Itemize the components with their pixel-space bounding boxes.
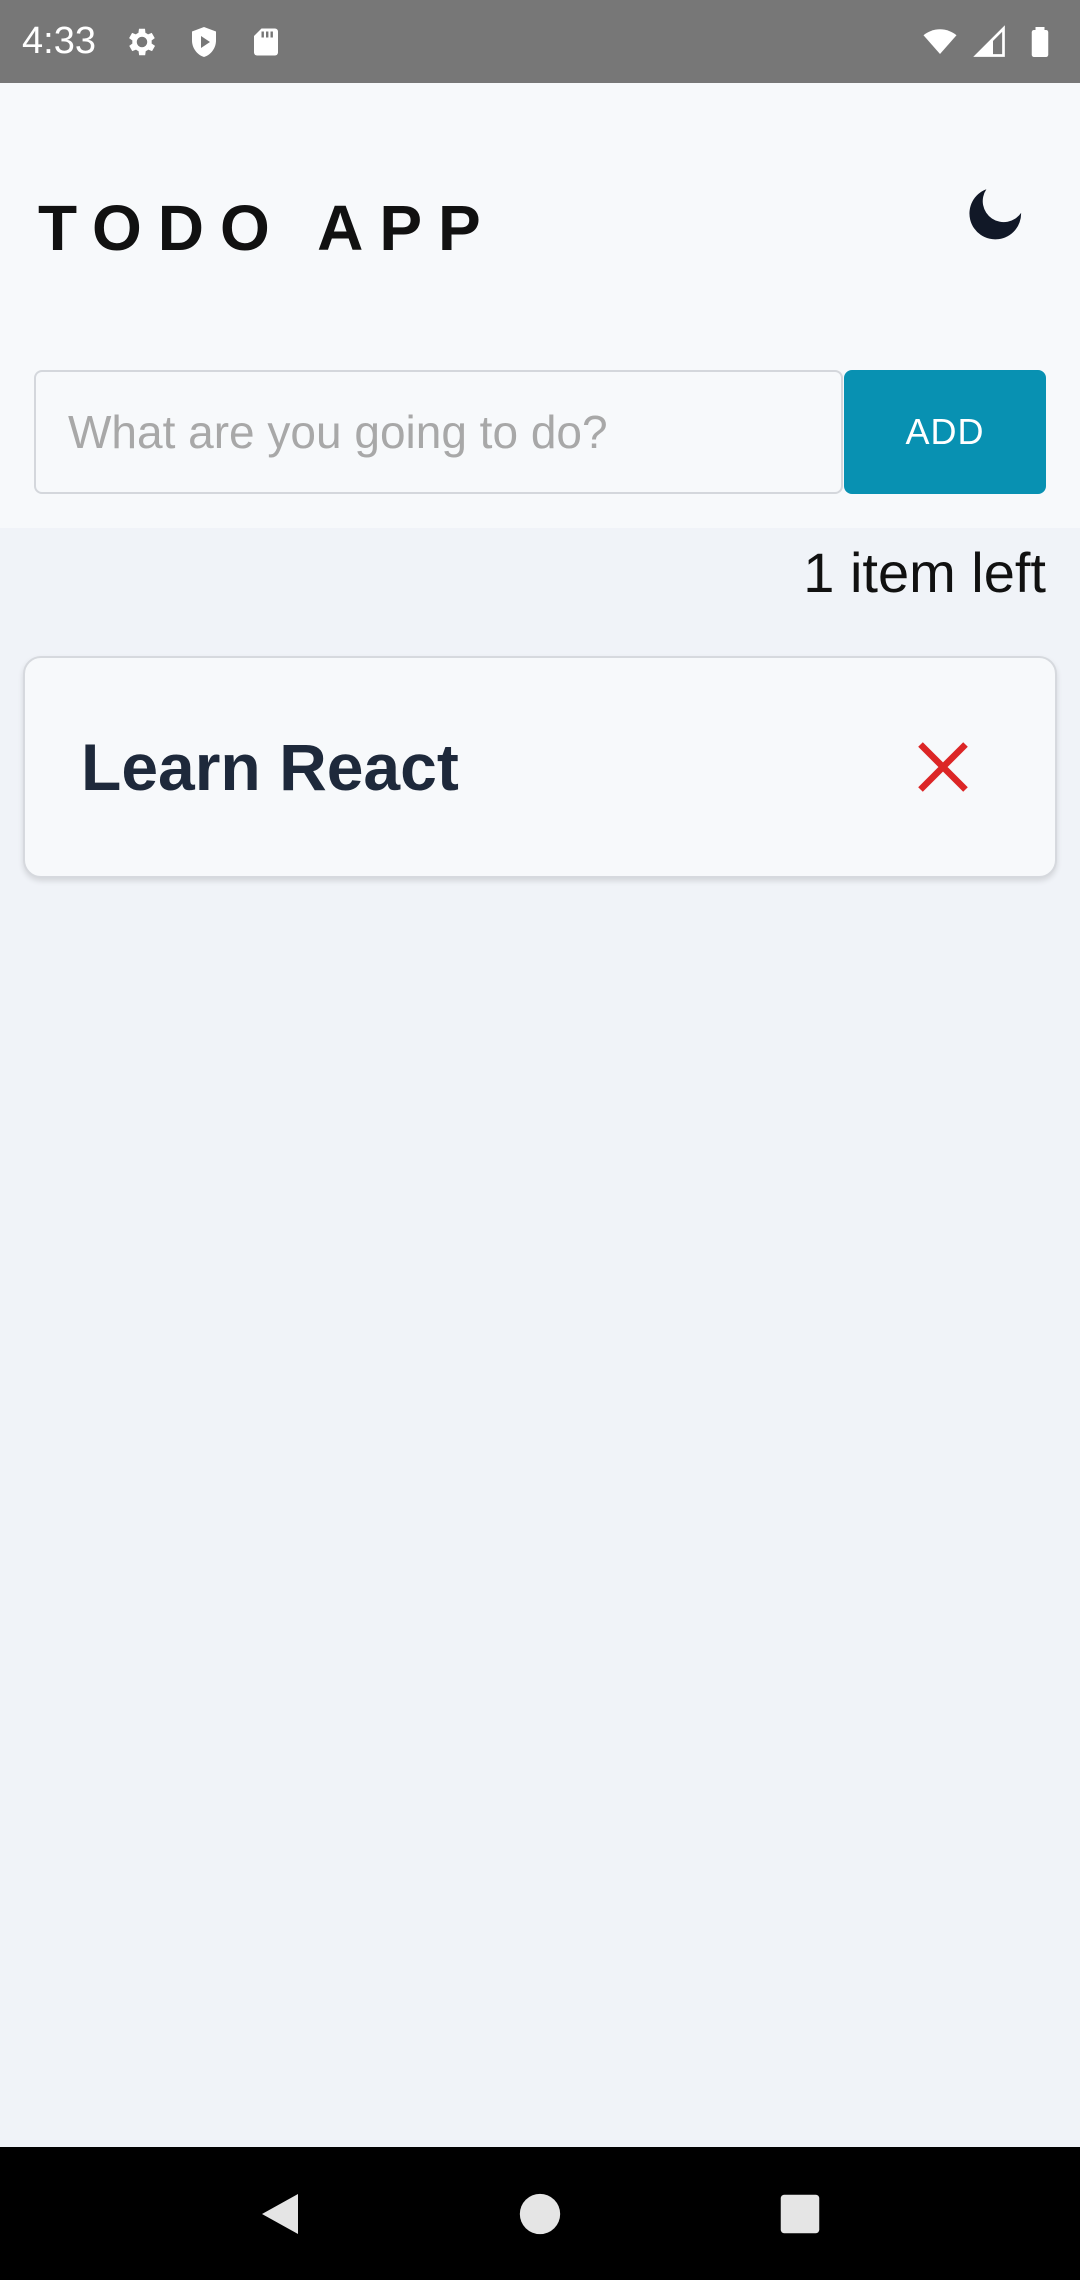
status-bar: 4:33	[0, 0, 1080, 83]
moon-icon	[969, 189, 1022, 240]
app-title: TODO APP	[38, 192, 497, 264]
items-left-counter: 1 item left	[803, 541, 1046, 604]
nav-home-button[interactable]	[505, 2179, 575, 2249]
home-icon	[519, 2193, 561, 2234]
recents-icon	[780, 2194, 820, 2233]
gear-icon	[129, 28, 156, 55]
battery-icon	[1031, 26, 1049, 57]
delete-todo-button[interactable]	[903, 727, 983, 807]
signal-icon	[973, 24, 1005, 57]
todo-input[interactable]	[34, 370, 843, 494]
sd-card-icon	[253, 28, 278, 55]
todo-item-text[interactable]: Learn React	[81, 729, 903, 805]
shield-play-icon	[191, 26, 216, 57]
status-icons-left	[124, 24, 284, 60]
wifi-icon	[923, 28, 957, 54]
screen: 4:33 TODO APP What are you going to do? …	[0, 0, 1080, 2280]
todo-item[interactable]: Learn React	[23, 656, 1057, 878]
add-button[interactable]: ADD	[844, 370, 1046, 494]
nav-recents-button[interactable]	[765, 2179, 835, 2249]
status-icons-right	[922, 24, 1058, 60]
header-area: TODO APP ADD	[0, 83, 1080, 528]
close-icon	[918, 742, 968, 792]
status-time: 4:33	[22, 20, 96, 62]
theme-toggle-button[interactable]	[958, 178, 1030, 250]
back-icon	[262, 2193, 298, 2234]
navigation-bar	[0, 2147, 1080, 2280]
nav-back-button[interactable]	[245, 2179, 315, 2249]
